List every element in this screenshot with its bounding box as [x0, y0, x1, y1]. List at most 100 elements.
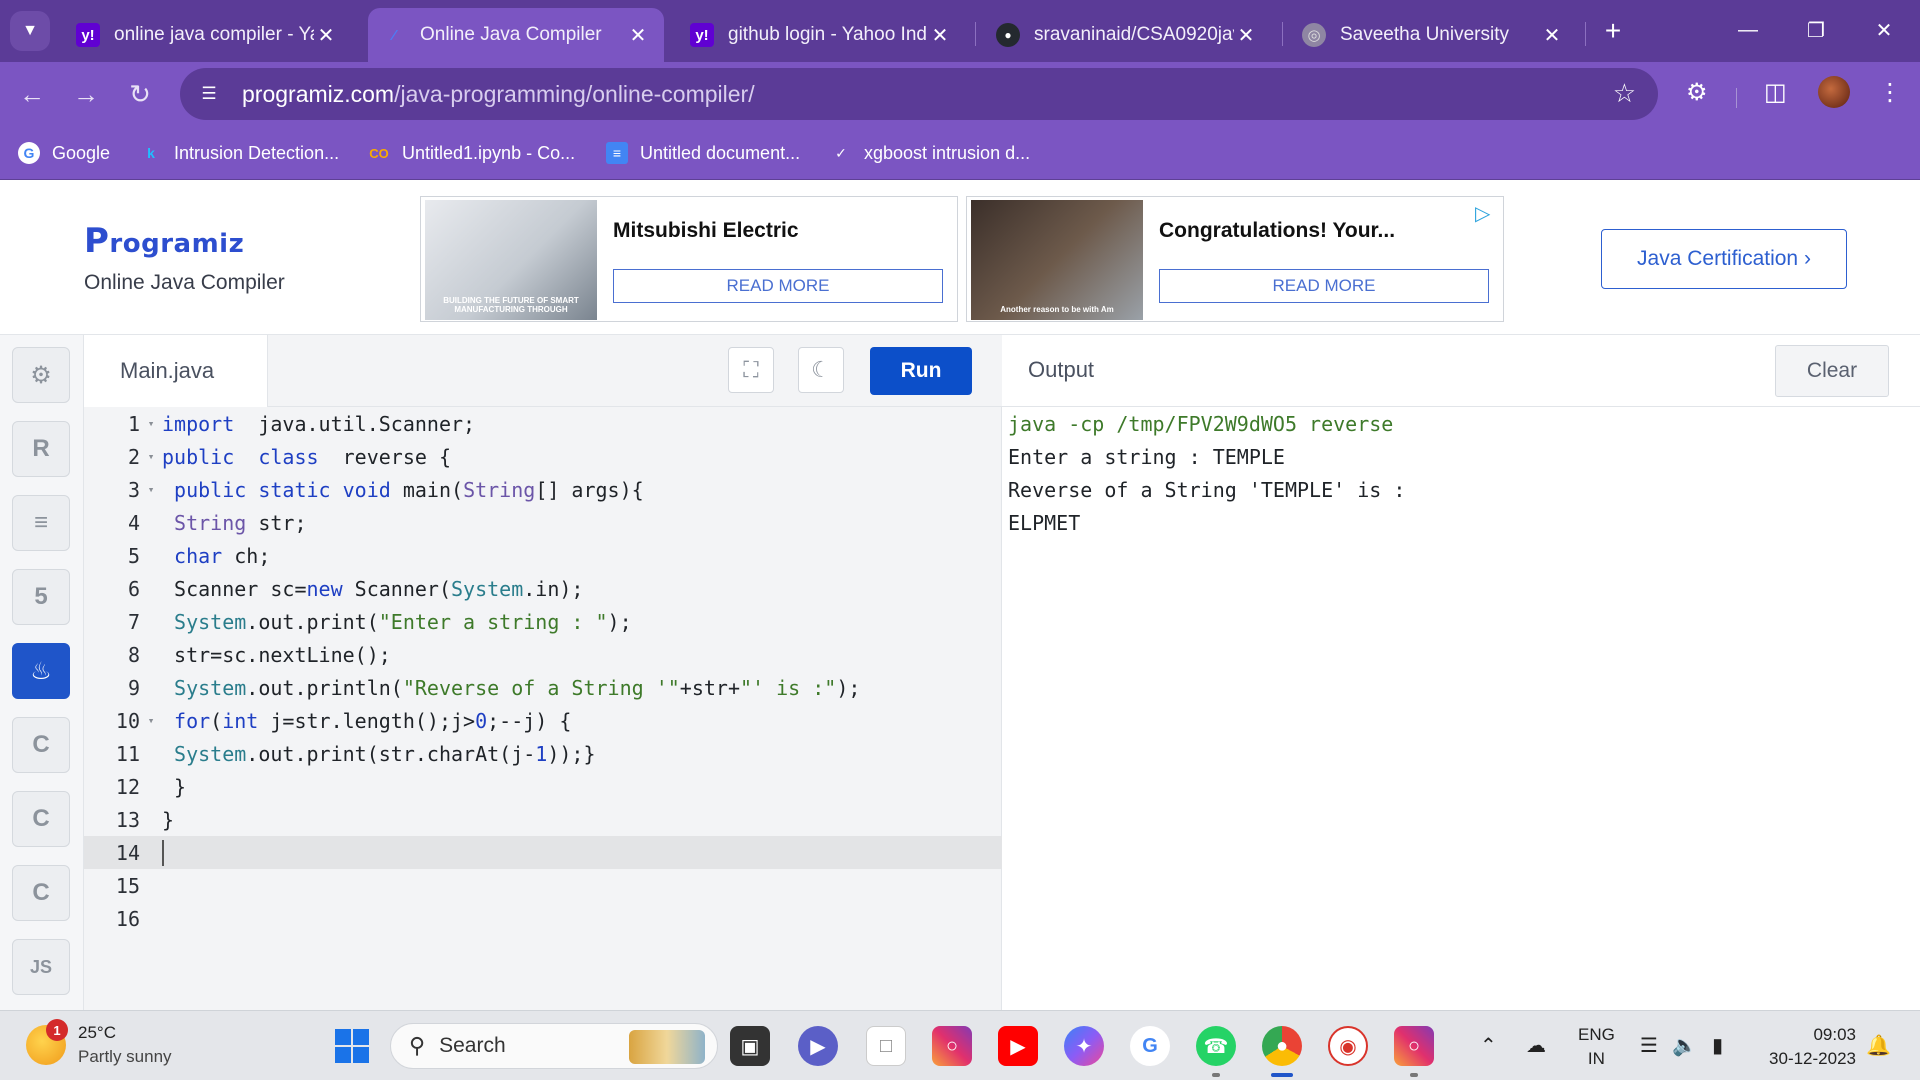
database-icon[interactable]: ≡ [12, 495, 70, 551]
back-arrow-icon[interactable]: ← [14, 76, 50, 112]
extensions-puzzle-icon[interactable]: ⚙ [1686, 78, 1708, 107]
csharp-icon[interactable]: C [12, 865, 70, 921]
chrome-profile-icon[interactable]: ◉ [1328, 1026, 1368, 1066]
output-console[interactable]: java -cp /tmp/FPV2W9dWO5 reverse Enter a … [1002, 407, 1920, 1010]
fold-chevron-icon[interactable]: ▾ [140, 483, 162, 496]
code-line[interactable]: 10 ▾ for(int j=str.length();j>0;--j) { [84, 704, 1002, 737]
new-tab-plus-icon[interactable]: + [1598, 15, 1628, 46]
tab-online-java-compiler[interactable]: ⁄ Online Java Compiler ✕ [368, 8, 664, 62]
teams-chat-icon[interactable]: ▶ [798, 1026, 838, 1066]
js-icon[interactable]: JS [12, 939, 70, 995]
clock-time: 09:03 [1813, 1025, 1856, 1044]
code-line[interactable]: 13} [84, 803, 1002, 836]
onedrive-cloud-icon[interactable]: ☁ [1526, 1033, 1546, 1058]
notification-bell-icon[interactable]: 🔔 [1866, 1033, 1891, 1058]
instagram-icon[interactable]: ○ [1394, 1026, 1434, 1066]
close-icon[interactable]: ✕ [1234, 23, 1258, 48]
weather-widget[interactable]: 1 25°C Partly sunny [26, 1019, 172, 1069]
c-icon[interactable]: C [12, 717, 70, 773]
site-info-icon[interactable]: ☰ [194, 79, 224, 109]
code-line[interactable]: 1 ▾ import java.util.Scanner; [84, 407, 1002, 440]
ad-banner-congratulations[interactable]: Another reason to be with Am Congratulat… [966, 196, 1504, 322]
code-line[interactable]: 16 [84, 902, 1002, 935]
copilot-icon[interactable]: ✦ [1064, 1026, 1104, 1066]
fold-chevron-icon[interactable]: ▾ [140, 417, 162, 430]
code-line[interactable]: 6 Scanner sc=new Scanner(System.in); [84, 572, 1002, 605]
chrome-icon[interactable]: ● [1262, 1026, 1302, 1066]
wifi-icon[interactable]: ☰ [1640, 1033, 1658, 1058]
fold-chevron-icon[interactable]: ▾ [140, 450, 162, 463]
restore-icon[interactable]: ❐ [1796, 14, 1836, 46]
bookmark-xgboost[interactable]: ✓ xgboost intrusion d... [830, 140, 1030, 166]
code-line[interactable]: 15 [84, 869, 1002, 902]
taskbar-search[interactable]: ⚲ Search [390, 1023, 718, 1069]
google-icon[interactable]: G [1130, 1026, 1170, 1066]
run-button[interactable]: Run [870, 347, 972, 395]
bookmark-google[interactable]: G Google [18, 140, 110, 166]
java-certification-button[interactable]: Java Certification › [1601, 229, 1847, 289]
bookmark-colab[interactable]: CO Untitled1.ipynb - Co... [368, 140, 575, 166]
code-line[interactable]: 11 System.out.print(str.charAt(j-1));} [84, 737, 1002, 770]
adchoices-icon[interactable]: ▷ [1475, 201, 1490, 226]
code-line[interactable]: 3 ▾ public static void main(String[] args… [84, 473, 1002, 506]
code-text [162, 839, 164, 866]
instagram-icon[interactable]: ○ [932, 1026, 972, 1066]
tab-saveetha-university[interactable]: ◎ Saveetha University ✕ [1288, 8, 1578, 62]
file-tab-main-java[interactable]: Main.java [84, 335, 268, 407]
r-icon[interactable]: R [12, 421, 70, 477]
code-line[interactable]: 2 ▾ public class reverse { [84, 440, 1002, 473]
python-icon[interactable]: ⚙ [12, 347, 70, 403]
ad-read-more-button[interactable]: READ MORE [1159, 269, 1489, 303]
profile-avatar[interactable] [1818, 76, 1850, 108]
bookmark-intrusion-detection[interactable]: k Intrusion Detection... [140, 140, 339, 166]
task-view-icon[interactable]: ▣ [730, 1026, 770, 1066]
fold-chevron-icon[interactable]: ▾ [140, 714, 162, 727]
whatsapp-icon[interactable]: ☎ [1196, 1026, 1236, 1066]
file-icon[interactable]: □ [866, 1026, 906, 1066]
fullscreen-icon[interactable]: ⛶ [728, 347, 774, 393]
code-line[interactable]: 9 System.out.println("Reverse of a Strin… [84, 671, 1002, 704]
reload-icon[interactable]: ↻ [122, 76, 158, 112]
battery-icon[interactable]: ▮ [1712, 1033, 1723, 1058]
code-line[interactable]: 8 str=sc.nextLine(); [84, 638, 1002, 671]
programiz-logo[interactable]: Programiz [84, 221, 285, 261]
code-editor[interactable]: 1 ▾ import java.util.Scanner; 2 ▾ public clas… [84, 407, 1002, 1010]
minimize-icon[interactable]: — [1728, 14, 1768, 46]
forward-arrow-icon[interactable]: → [68, 76, 104, 112]
code-line[interactable]: 14 [84, 836, 1002, 869]
dark-mode-moon-icon[interactable]: ☾ [798, 347, 844, 393]
code-line[interactable]: 5 char ch; [84, 539, 1002, 572]
code-line[interactable]: 12 } [84, 770, 1002, 803]
show-hidden-icons-chevron-icon[interactable]: ⌃ [1480, 1033, 1497, 1058]
windows-start-icon[interactable] [332, 1026, 372, 1066]
ad-read-more-button[interactable]: READ MORE [613, 269, 943, 303]
close-icon[interactable]: ✕ [314, 23, 338, 48]
volume-muted-icon[interactable]: 🔈 [1672, 1033, 1697, 1058]
close-icon[interactable]: ✕ [928, 23, 952, 48]
code-line[interactable]: 4 String str; [84, 506, 1002, 539]
line-number: 8 [127, 642, 140, 667]
code-token: 0 [475, 708, 488, 733]
side-panel-icon[interactable]: ◫ [1764, 78, 1787, 107]
close-icon[interactable]: ✕ [1540, 23, 1564, 48]
tab-search-chevron-icon[interactable]: ▼ [10, 11, 50, 51]
cpp-icon[interactable]: C [12, 791, 70, 847]
system-clock[interactable]: 09:03 30-12-2023 [1760, 1023, 1856, 1071]
clear-button[interactable]: Clear [1775, 345, 1889, 397]
window-close-icon[interactable]: ✕ [1864, 14, 1904, 46]
bookmark-untitled-document[interactable]: ≡ Untitled document... [606, 140, 800, 166]
input-language-indicator[interactable]: ENG IN [1578, 1023, 1615, 1071]
address-bar[interactable]: ☰ programiz.com/java-programming/online-… [180, 68, 1658, 120]
tab-online-java-compiler-yahoo[interactable]: y! online java compiler - Yal ✕ [62, 8, 352, 62]
tab-github-login-yahoo[interactable]: y! github login - Yahoo Indi ✕ [676, 8, 966, 62]
code-line[interactable]: 7 System.out.print("Enter a string : "); [84, 605, 1002, 638]
html5-icon[interactable]: 5 [12, 569, 70, 625]
close-icon[interactable]: ✕ [626, 23, 650, 48]
browser-menu-kebab-icon[interactable]: ⋮ [1878, 78, 1902, 107]
bookmark-star-icon[interactable]: ☆ [1613, 78, 1636, 109]
programiz-brand[interactable]: Programiz Online Java Compiler [84, 221, 285, 295]
youtube-icon[interactable]: ▶ [998, 1026, 1038, 1066]
tab-github-repo[interactable]: ● sravaninaid/CSA0920java ✕ [982, 8, 1272, 62]
java-icon[interactable]: ♨ [12, 643, 70, 699]
ad-banner-mitsubishi[interactable]: BUILDING THE FUTURE OF SMART MANUFACTURI… [420, 196, 958, 322]
